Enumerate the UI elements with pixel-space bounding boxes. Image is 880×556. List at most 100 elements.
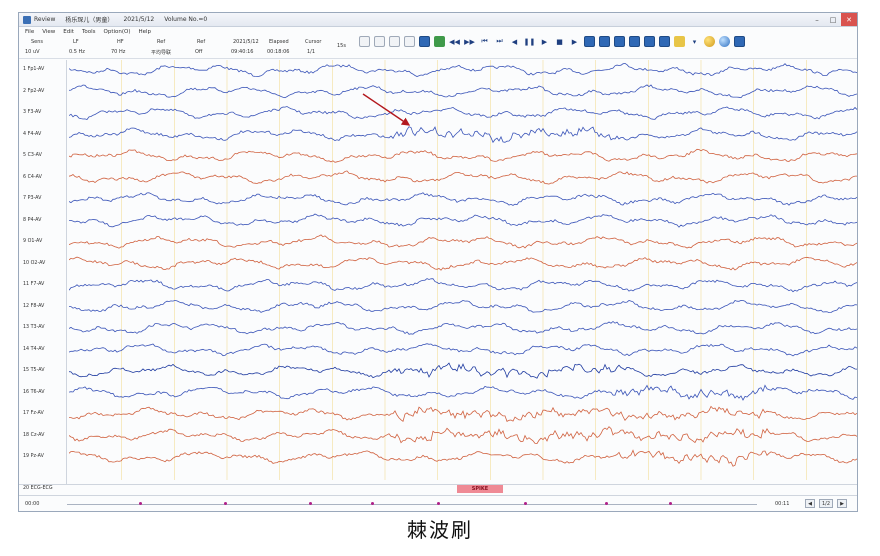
channel-label-column: 1 Fp1-AV 2 Fp2-AV 3 F3-AV 4 F4-AV 5 C3-AV 6 C…: [19, 60, 67, 485]
sens-select[interactable]: 10 uV: [25, 49, 40, 55]
open-icon[interactable]: [359, 36, 370, 47]
eeg-trace: [69, 106, 857, 120]
eeg-trace: [69, 278, 857, 293]
channel-label[interactable]: 7 P3-AV: [23, 196, 41, 201]
event-marker[interactable]: [371, 502, 374, 505]
report-icon[interactable]: [434, 36, 445, 47]
channel-label[interactable]: 8 P4-AV: [23, 218, 41, 223]
ecg-channel-label: 20 ECG-ECG: [23, 486, 53, 491]
channel-label[interactable]: 15 T5-AV: [23, 368, 45, 373]
play-icon[interactable]: ▶: [569, 36, 580, 47]
camera-icon[interactable]: [629, 36, 640, 47]
time-field[interactable]: 09:40:16: [231, 49, 253, 55]
map-icon[interactable]: [599, 36, 610, 47]
window-controls: – □ ✕: [809, 13, 857, 26]
prev-page-button[interactable]: ◀: [805, 499, 815, 508]
title-patient-name: 杨乐琛儿（男童）: [65, 17, 114, 24]
maximize-icon[interactable]: □: [825, 13, 841, 26]
eeg-trace: [69, 234, 857, 249]
spike-event-tag[interactable]: SPIKE: [457, 485, 503, 493]
channel-label[interactable]: 11 F7-AV: [23, 282, 44, 287]
channel-label[interactable]: 6 C4-AV: [23, 175, 42, 180]
channel-label[interactable]: 1 Fp1-AV: [23, 67, 44, 72]
save-icon[interactable]: [374, 36, 385, 47]
menu-tools[interactable]: Tools: [82, 29, 96, 35]
forward-fast-icon[interactable]: ▶▶: [464, 36, 475, 47]
video-icon[interactable]: [614, 36, 625, 47]
event-icon[interactable]: [659, 36, 670, 47]
event-marker[interactable]: [437, 502, 440, 505]
stop-icon[interactable]: ■: [554, 36, 565, 47]
title-bar: Review 杨乐琛儿（男童） 2021/5/12 Volume No.=0 –…: [19, 13, 857, 27]
eeg-trace: [69, 192, 857, 206]
menu-edit[interactable]: Edit: [63, 29, 74, 35]
channel-label[interactable]: 10 O2-AV: [23, 261, 45, 266]
event-marker[interactable]: [309, 502, 312, 505]
folder-icon[interactable]: [674, 36, 685, 47]
channel-label[interactable]: 3 F3-AV: [23, 110, 41, 115]
channel-label[interactable]: 18 Cz-AV: [23, 433, 44, 438]
toolbar: ◀◀ ▶▶ ⏮ ⏭ ◀ ❚❚ ▶ ■ ▶ ▾: [359, 36, 745, 47]
step-back-icon[interactable]: ◀: [509, 36, 520, 47]
print-icon[interactable]: [404, 36, 415, 47]
eeg-trace: [69, 405, 857, 422]
channel-label[interactable]: 4 F4-AV: [23, 132, 41, 137]
event-marker[interactable]: [605, 502, 608, 505]
channel-label[interactable]: 17 Fz-AV: [23, 411, 44, 416]
eeg-trace-area[interactable]: 1 Fp1-AV 2 Fp2-AV 3 F3-AV 4 F4-AV 5 C3-AV 6 C…: [19, 60, 857, 485]
minimize-icon[interactable]: –: [809, 13, 825, 26]
ref-label: Ref: [157, 39, 166, 45]
eeg-trace: [69, 170, 857, 185]
channel-label[interactable]: 12 F8-AV: [23, 304, 44, 309]
figure-caption: 棘波刷: [407, 518, 473, 542]
menu-view[interactable]: View: [42, 29, 55, 35]
event-marker[interactable]: [139, 502, 142, 505]
annotation-arrow: [362, 93, 411, 126]
bulb-icon[interactable]: [704, 36, 715, 47]
timeline-bar[interactable]: 00:00 00:11 ◀ 1/2 ▶: [19, 495, 857, 511]
eeg-trace: [69, 256, 857, 271]
lf-label: LF: [73, 39, 79, 45]
lf-select[interactable]: 0.5 Hz: [69, 49, 85, 55]
channel-label[interactable]: 5 C3-AV: [23, 153, 42, 158]
globe-icon[interactable]: [719, 36, 730, 47]
step-forward-icon[interactable]: ▶: [539, 36, 550, 47]
timeline-start: 00:00: [25, 501, 40, 507]
montage-icon[interactable]: [419, 36, 430, 47]
rewind-fast-icon[interactable]: ◀◀: [449, 36, 460, 47]
spectrum-icon[interactable]: [584, 36, 595, 47]
skip-forward-icon[interactable]: ⏭: [494, 36, 505, 47]
settings-icon[interactable]: ▾: [689, 36, 700, 47]
channel-label[interactable]: 16 T6-AV: [23, 390, 45, 395]
eeg-trace: [69, 148, 857, 163]
event-marker[interactable]: [224, 502, 227, 505]
channel-label[interactable]: 9 O1-AV: [23, 239, 42, 244]
sens-label: Sens: [31, 39, 44, 45]
channel-label[interactable]: 14 T4-AV: [23, 347, 45, 352]
eeg-trace: [69, 320, 857, 335]
close-icon[interactable]: ✕: [841, 13, 857, 26]
event-marker[interactable]: [524, 502, 527, 505]
eeg-trace: [69, 213, 857, 228]
tools-icon[interactable]: [734, 36, 745, 47]
ref-select[interactable]: 平均导联: [151, 49, 171, 56]
mark-icon[interactable]: [644, 36, 655, 47]
elapsed-field: 00:18:06: [267, 49, 290, 55]
channel-label[interactable]: 2 Fp2-AV: [23, 89, 44, 94]
timeline-track[interactable]: [67, 504, 757, 505]
page-indicator: 1/2: [819, 499, 833, 508]
event-marker[interactable]: [669, 502, 672, 505]
pause-icon[interactable]: ❚❚: [524, 36, 536, 47]
speed-select[interactable]: 15s: [337, 43, 346, 49]
channel-label[interactable]: 13 T3-AV: [23, 325, 45, 330]
channel-label[interactable]: 19 Pz-AV: [23, 454, 44, 459]
skip-back-icon[interactable]: ⏮: [479, 36, 490, 47]
menu-help[interactable]: Help: [138, 29, 151, 35]
menu-file[interactable]: File: [25, 29, 34, 35]
ref2-select[interactable]: Off: [195, 49, 202, 55]
copy-icon[interactable]: [389, 36, 400, 47]
next-page-button[interactable]: ▶: [837, 499, 847, 508]
menu-option[interactable]: Option(O): [104, 29, 131, 35]
hf-select[interactable]: 70 Hz: [111, 49, 125, 55]
eeg-waveforms: [69, 60, 857, 480]
